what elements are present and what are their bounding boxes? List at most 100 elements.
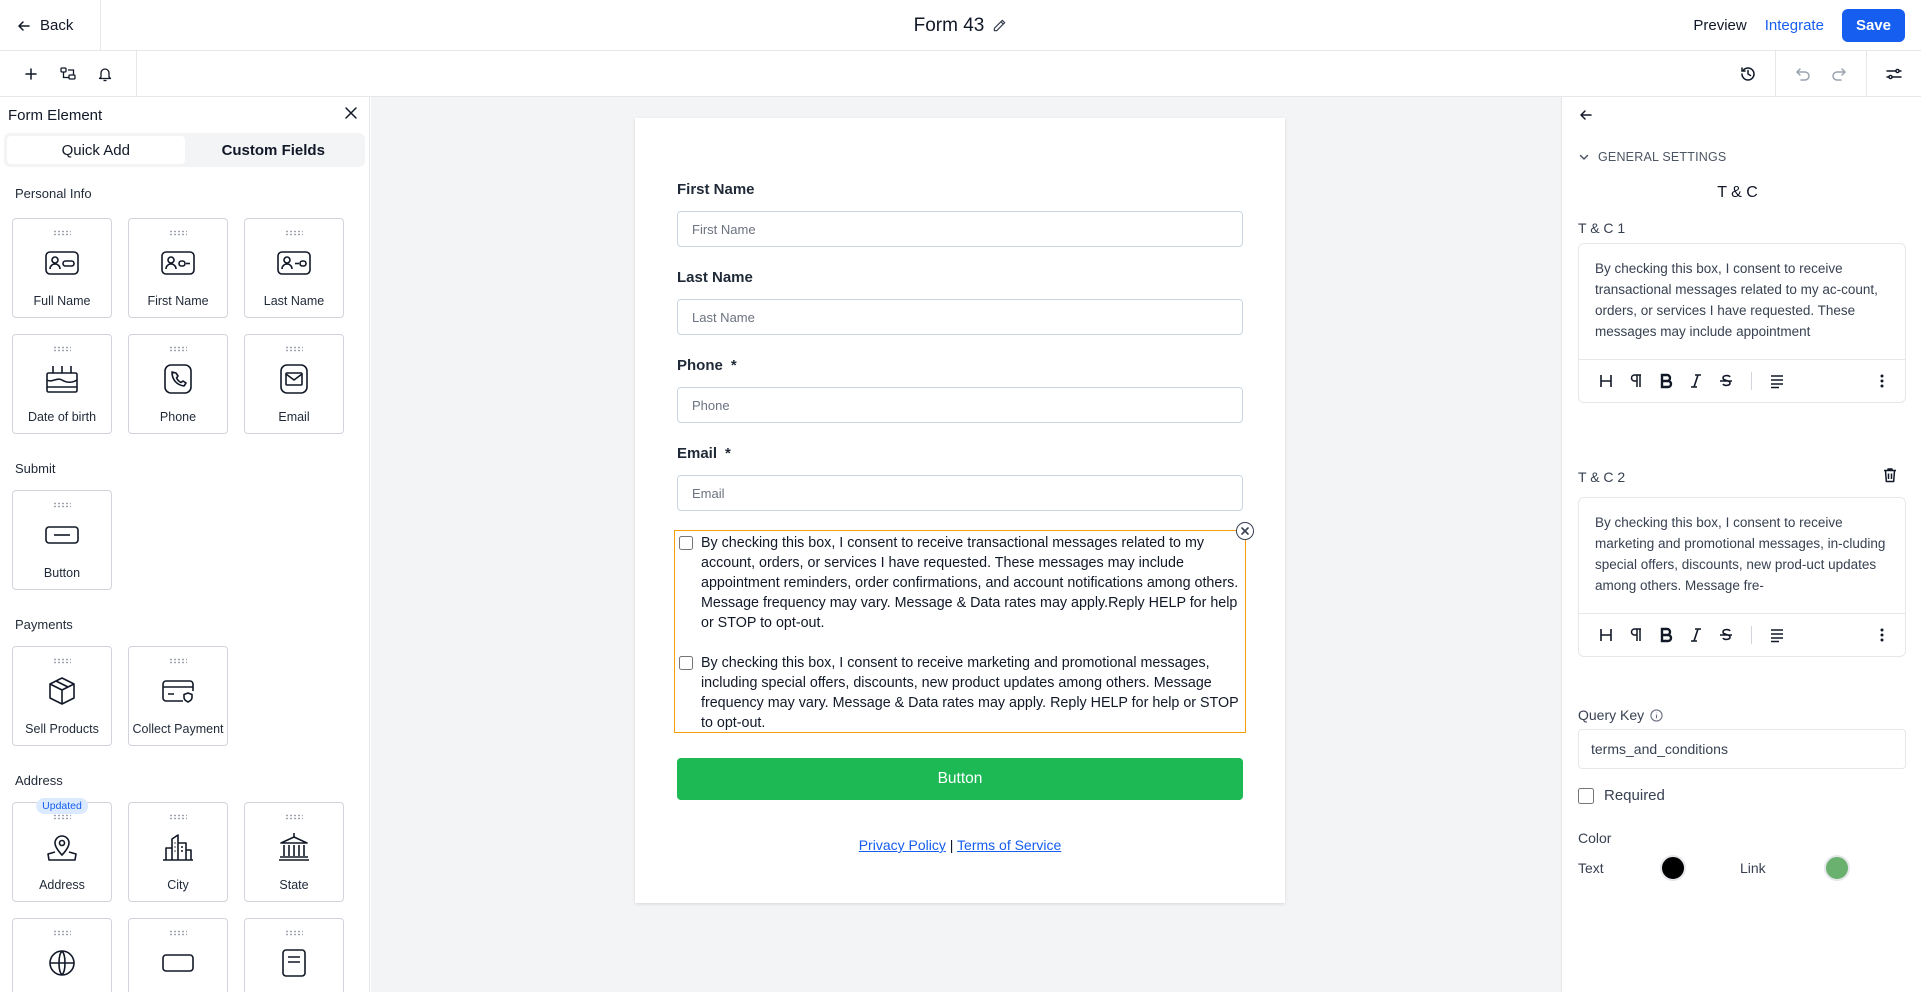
last-name-label: Last Name (677, 269, 753, 286)
top-bar: Back Form 43 Preview Integrate Save (0, 0, 1921, 51)
preview-button[interactable]: Preview (1693, 17, 1746, 34)
drag-handle-icon (53, 502, 71, 508)
text-color-swatch[interactable] (1660, 855, 1686, 881)
bold-icon[interactable] (1657, 371, 1675, 391)
drag-handle-icon (53, 346, 71, 352)
align-left-icon[interactable] (1768, 371, 1786, 391)
address-tiles: Updated Address City State (0, 798, 369, 992)
last-name-input[interactable] (677, 299, 1243, 335)
element-label: Date of birth (27, 410, 97, 424)
element-label: Email (278, 410, 310, 424)
back-button[interactable]: Back (0, 0, 101, 51)
id-card-icon (158, 246, 198, 280)
pencil-icon[interactable] (992, 18, 1007, 33)
redo-icon[interactable] (1830, 65, 1848, 83)
box-icon (42, 674, 82, 708)
cake-icon (42, 362, 82, 396)
settings-panel: GENERAL SETTINGS T & C T & C 1 By checki… (1561, 97, 1921, 992)
element-state[interactable]: State (244, 802, 344, 902)
document-icon (274, 946, 314, 980)
element-email[interactable]: Email (244, 334, 344, 434)
heading-icon[interactable] (1597, 625, 1615, 645)
privacy-policy-link[interactable]: Privacy Policy (859, 837, 946, 853)
terms-of-service-link[interactable]: Terms of Service (957, 837, 1061, 853)
element-collect-payment[interactable]: Collect Payment (128, 646, 228, 746)
element-button[interactable]: Button (12, 490, 112, 590)
italic-icon[interactable] (1687, 625, 1705, 645)
history-icon[interactable] (1739, 65, 1757, 83)
settings-group (1866, 51, 1921, 97)
section-payments: Payments (15, 617, 73, 632)
element-full-name[interactable]: Full Name (12, 218, 112, 318)
italic-icon[interactable] (1687, 371, 1705, 391)
more-vertical-icon[interactable] (1873, 371, 1891, 391)
info-icon[interactable] (1650, 708, 1663, 722)
plus-icon[interactable] (22, 65, 40, 83)
back-arrow-icon[interactable] (1578, 107, 1596, 125)
tc2-label: T & C 2 (1578, 469, 1626, 485)
toolbar (0, 51, 1921, 97)
element-more-2[interactable] (128, 918, 228, 992)
align-left-icon[interactable] (1768, 625, 1786, 645)
id-card-icon (42, 246, 82, 280)
bell-icon[interactable] (96, 65, 114, 83)
integrate-button[interactable]: Integrate (1765, 17, 1824, 34)
form-title[interactable]: Form 43 (914, 15, 985, 37)
element-city[interactable]: City (128, 802, 228, 902)
drag-handle-icon (53, 930, 71, 936)
close-icon[interactable] (343, 105, 359, 126)
label-text: Last Name (677, 269, 753, 286)
chevron-down-icon (1579, 154, 1589, 160)
undo-icon[interactable] (1794, 65, 1812, 83)
element-more-1[interactable] (12, 918, 112, 992)
element-label: Full Name (33, 294, 91, 308)
required-checkbox[interactable] (1578, 787, 1594, 804)
phone-label: Phone * (677, 357, 737, 374)
save-button[interactable]: Save (1841, 9, 1905, 42)
city-icon (158, 830, 198, 864)
layers-icon[interactable] (59, 65, 77, 83)
strikethrough-icon[interactable] (1717, 371, 1735, 391)
more-vertical-icon[interactable] (1873, 625, 1891, 645)
first-name-input[interactable] (677, 211, 1243, 247)
element-date-of-birth[interactable]: Date of birth (12, 334, 112, 434)
tc2-text[interactable]: By checking this box, I consent to recei… (1579, 498, 1905, 614)
consent-transactional-checkbox[interactable] (679, 536, 693, 550)
element-last-name[interactable]: Last Name (244, 218, 344, 318)
form-element-panel: Form Element Quick Add Custom Fields Per… (0, 97, 370, 992)
panel-tabs: Quick Add Custom Fields (4, 133, 365, 167)
strikethrough-icon[interactable] (1717, 625, 1735, 645)
section-address: Address (15, 773, 63, 788)
tab-custom-fields[interactable]: Custom Fields (185, 136, 363, 164)
query-key-input[interactable] (1578, 729, 1906, 769)
phone-input[interactable] (677, 387, 1243, 423)
email-input[interactable] (677, 475, 1243, 511)
bold-icon[interactable] (1657, 625, 1675, 645)
phone-icon (158, 362, 198, 396)
element-phone[interactable]: Phone (128, 334, 228, 434)
settings-sliders-icon[interactable] (1885, 65, 1903, 83)
color-label: Color (1578, 830, 1612, 846)
consent-marketing: By checking this box, I consent to recei… (675, 653, 1245, 733)
element-more-3[interactable] (244, 918, 344, 992)
paragraph-icon[interactable] (1627, 371, 1645, 391)
element-sell-products[interactable]: Sell Products (12, 646, 112, 746)
tc1-text[interactable]: By checking this box, I consent to recei… (1579, 244, 1905, 360)
element-label: City (167, 878, 189, 892)
heading-icon[interactable] (1597, 371, 1615, 391)
panel-header: Form Element (0, 97, 369, 133)
field-icon (158, 946, 198, 980)
element-first-name[interactable]: First Name (128, 218, 228, 318)
history-group (1721, 51, 1775, 97)
element-address[interactable]: Updated Address (12, 798, 112, 902)
terms-consent-block[interactable]: By checking this box, I consent to recei… (674, 522, 1254, 733)
paragraph-icon[interactable] (1627, 625, 1645, 645)
general-settings-toggle[interactable]: GENERAL SETTINGS (1578, 150, 1726, 164)
link-color-swatch[interactable] (1824, 855, 1850, 881)
tab-quick-add[interactable]: Quick Add (7, 136, 185, 164)
consent-marketing-checkbox[interactable] (679, 656, 693, 670)
form-submit-button[interactable]: Button (677, 758, 1243, 800)
footer-links: Privacy Policy | Terms of Service (635, 837, 1285, 853)
trash-icon[interactable] (1881, 466, 1899, 484)
required-toggle[interactable]: Required (1578, 787, 1665, 804)
